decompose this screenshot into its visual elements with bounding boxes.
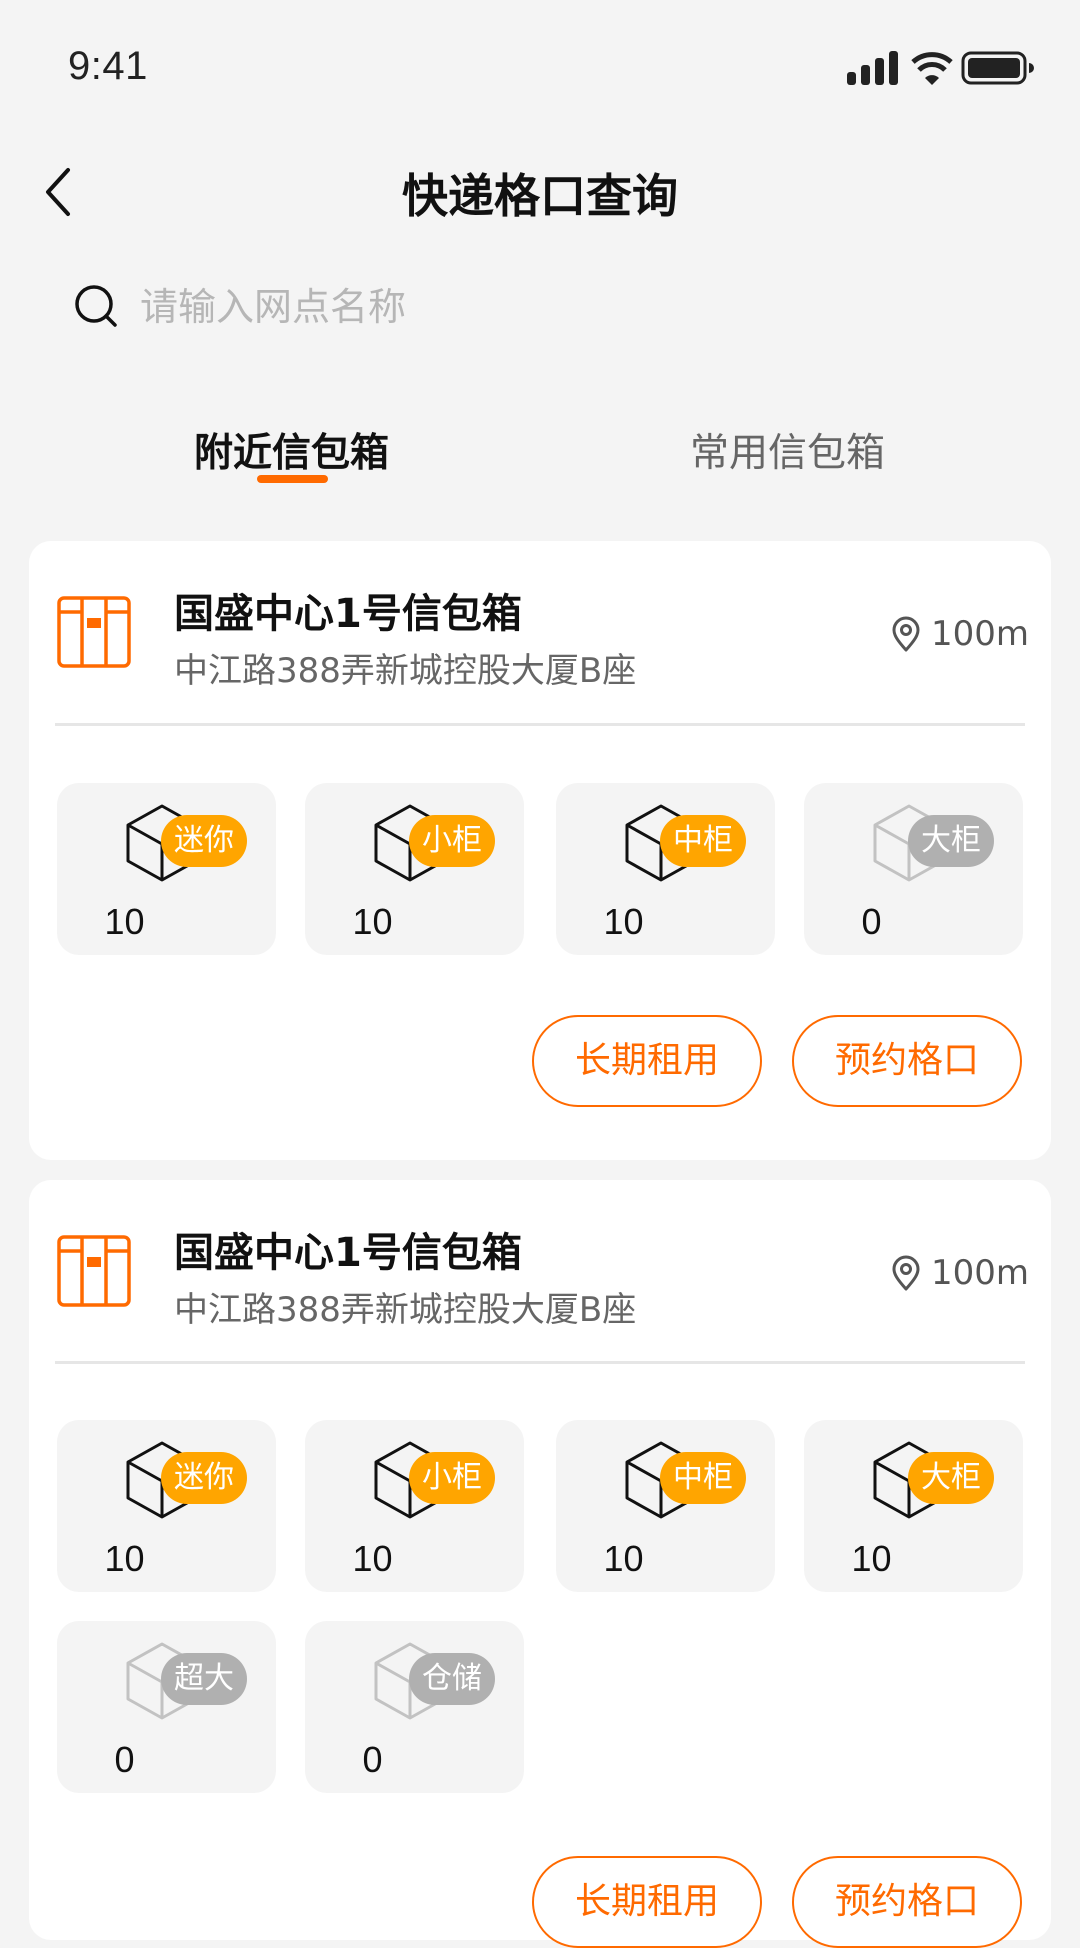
tab-bar: 附近信包箱 常用信包箱 (0, 410, 1080, 490)
card-divider (55, 723, 1025, 726)
available-count: 10 (603, 901, 644, 942)
available-count: 10 (603, 1538, 644, 1579)
compartment-storage[interactable]: 仓储 0 (305, 1621, 524, 1793)
locker-address: 中江路388弄新城控股大厦B座 (174, 1290, 637, 1330)
available-count: 10 (104, 1538, 145, 1579)
available-count: 10 (104, 901, 145, 942)
size-badge: 超大 (161, 1653, 247, 1705)
size-badge: 仓储 (409, 1653, 495, 1705)
locker-title: 国盛中心1号信包箱 (174, 1230, 522, 1276)
locker-card[interactable]: 国盛中心1号信包箱 中江路388弄新城控股大厦B座 100m 迷你 10 小柜 … (29, 541, 1051, 1160)
compartment-mini[interactable]: 迷你 10 (57, 783, 276, 955)
status-bar: 9:41 (0, 0, 1080, 130)
reserve-compartment-button[interactable]: 预约格口 (792, 1015, 1022, 1107)
distance: 100m (891, 1253, 1029, 1293)
long-term-rent-button[interactable]: 长期租用 (532, 1856, 762, 1948)
locker-card[interactable]: 国盛中心1号信包箱 中江路388弄新城控股大厦B座 100m 迷你 10 小柜 … (29, 1180, 1051, 1948)
reserve-compartment-button[interactable]: 预约格口 (792, 1856, 1022, 1948)
nav-header: 快递格口查询 (0, 140, 1080, 240)
tab-frequent[interactable]: 常用信包箱 (690, 422, 885, 478)
locker-icon (57, 1235, 131, 1307)
distance-value: 100m (930, 614, 1029, 654)
size-badge: 迷你 (161, 1452, 247, 1504)
status-icons (845, 50, 1045, 86)
search-bar[interactable] (60, 272, 1020, 342)
compartment-small[interactable]: 小柜 10 (305, 783, 524, 955)
compartment-extra-large[interactable]: 超大 0 (57, 1621, 276, 1793)
available-count: 10 (352, 901, 393, 942)
page-title: 快递格口查询 (402, 169, 678, 223)
available-count: 10 (851, 1538, 892, 1579)
compartment-small[interactable]: 小柜 10 (305, 1420, 524, 1592)
compartment-medium[interactable]: 中柜 10 (556, 1420, 775, 1592)
search-icon (75, 285, 117, 327)
locker-icon (57, 596, 131, 668)
size-badge: 大柜 (908, 1452, 994, 1504)
active-tab-indicator (257, 475, 328, 483)
size-badge: 大柜 (908, 815, 994, 867)
location-pin-icon (892, 616, 920, 652)
compartment-mini[interactable]: 迷你 10 (57, 1420, 276, 1592)
search-input[interactable] (140, 272, 1000, 342)
size-badge: 迷你 (161, 815, 247, 867)
location-pin-icon (892, 1255, 920, 1291)
distance: 100m (891, 614, 1029, 654)
distance-value: 100m (930, 1253, 1029, 1293)
long-term-rent-button[interactable]: 长期租用 (532, 1015, 762, 1107)
available-count: 0 (861, 901, 882, 942)
available-count: 0 (114, 1739, 135, 1780)
signal-icon (847, 51, 898, 85)
compartment-large[interactable]: 大柜 0 (804, 783, 1023, 955)
tab-nearby[interactable]: 附近信包箱 (194, 422, 389, 478)
status-time: 9:41 (68, 44, 148, 88)
battery-icon (961, 51, 1034, 85)
size-badge: 小柜 (409, 815, 495, 867)
compartment-large[interactable]: 大柜 10 (804, 1420, 1023, 1592)
wifi-icon (911, 52, 953, 85)
locker-address: 中江路388弄新城控股大厦B座 (174, 651, 637, 691)
size-badge: 中柜 (660, 815, 746, 867)
available-count: 10 (352, 1538, 393, 1579)
card-divider (55, 1361, 1025, 1364)
available-count: 0 (362, 1739, 383, 1780)
compartment-medium[interactable]: 中柜 10 (556, 783, 775, 955)
size-badge: 中柜 (660, 1452, 746, 1504)
locker-title: 国盛中心1号信包箱 (174, 591, 522, 637)
size-badge: 小柜 (409, 1452, 495, 1504)
